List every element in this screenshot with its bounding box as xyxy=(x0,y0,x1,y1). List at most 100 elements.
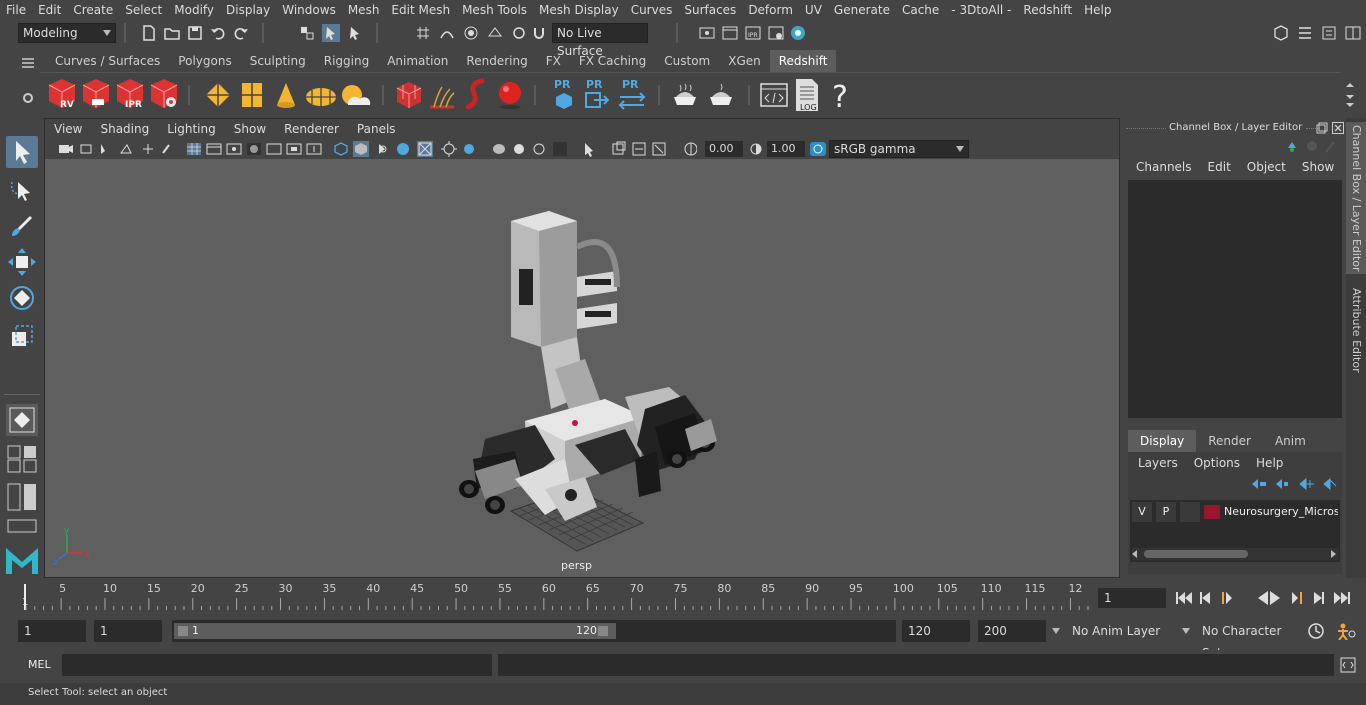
redo-icon[interactable] xyxy=(232,24,250,42)
layout-two-pane-icon[interactable] xyxy=(6,482,38,512)
rs-bake-set-icon[interactable] xyxy=(704,79,738,111)
snap-point-icon[interactable] xyxy=(462,24,480,42)
menu-windows[interactable]: Windows xyxy=(276,0,342,20)
command-input[interactable] xyxy=(62,654,492,676)
auto-key-icon[interactable] xyxy=(1306,622,1326,640)
time-slider[interactable]: 5 10 15 20 25 30 35 40 45 50 55 60 65 70 75 80 85 90 95 100… xyxy=(0,580,1366,616)
channel-box-menu-edit[interactable]: Edit xyxy=(1200,160,1239,174)
exposure-field[interactable]: 0.00 xyxy=(705,141,743,157)
menu-select[interactable]: Select xyxy=(119,0,168,20)
anim-layer-dropdown[interactable]: No Anim Layer xyxy=(1066,620,1192,642)
paint-select-tool[interactable] xyxy=(6,210,38,242)
current-frame-field[interactable]: 1 xyxy=(1098,588,1166,608)
rs-bake-icon[interactable] xyxy=(668,79,702,111)
shelf-settings-gear-icon[interactable] xyxy=(20,90,36,106)
shelf-tab-polygons[interactable]: Polygons xyxy=(169,50,240,72)
move-tool[interactable] xyxy=(6,246,38,278)
side-tab-channel-box[interactable]: Channel Box / Layer Editor xyxy=(1346,122,1366,274)
scroll-right-icon[interactable] xyxy=(1331,550,1336,558)
layer-scrollbar[interactable] xyxy=(1132,548,1338,560)
layer-visibility-toggle[interactable]: V xyxy=(1132,502,1152,522)
layer-menu-options[interactable]: Options xyxy=(1186,456,1248,470)
select-hierarchy-icon[interactable] xyxy=(298,24,316,42)
shelf-tab-curves-surfaces[interactable]: Curves / Surfaces xyxy=(46,50,169,72)
shelf-tab-fx-caching[interactable]: FX Caching xyxy=(570,50,655,72)
range-handle-right[interactable] xyxy=(598,626,608,636)
shelf-tab-custom[interactable]: Custom xyxy=(655,50,719,72)
animation-preferences-icon[interactable] xyxy=(1334,622,1356,640)
snap-curve-icon[interactable] xyxy=(438,24,456,42)
rotate-tool[interactable] xyxy=(6,282,38,314)
viewport-menu-view[interactable]: View xyxy=(45,122,91,136)
snap-grid-icon[interactable] xyxy=(414,24,432,42)
redshift-settings-icon[interactable] xyxy=(148,77,180,111)
rs-area-light-icon[interactable] xyxy=(236,79,268,111)
viewport-toolbar-icons[interactable] xyxy=(57,141,417,157)
render-frame-icon[interactable] xyxy=(721,24,739,42)
menu-curves[interactable]: Curves xyxy=(625,0,679,20)
menu-create[interactable]: Create xyxy=(67,0,119,20)
range-slider[interactable]: 1 120 xyxy=(172,620,896,642)
menu-3dtoall[interactable]: - 3DtoAll - xyxy=(945,0,1017,20)
new-scene-icon[interactable] xyxy=(140,24,158,42)
playback-end-field[interactable]: 120 xyxy=(902,620,970,642)
menu-modify[interactable]: Modify xyxy=(168,0,220,20)
layer-action-icons[interactable] xyxy=(1248,476,1338,492)
menu-edit-mesh[interactable]: Edit Mesh xyxy=(385,0,456,20)
render-settings-icon[interactable] xyxy=(767,24,785,42)
rs-pr-object-icon[interactable]: PR xyxy=(550,77,578,113)
scroll-left-icon[interactable] xyxy=(1132,550,1137,558)
command-language-label[interactable]: MEL xyxy=(28,658,51,671)
playback-start-field[interactable]: 1 xyxy=(94,620,162,642)
menu-generate[interactable]: Generate xyxy=(828,0,896,20)
live-surface-field[interactable]: No Live Surface xyxy=(552,23,648,58)
magnet-icon[interactable] xyxy=(530,24,548,42)
gamma-field[interactable]: 1.00 xyxy=(767,141,805,157)
menu-mesh[interactable]: Mesh xyxy=(342,0,386,20)
channel-list[interactable] xyxy=(1128,180,1342,418)
script-editor-icon[interactable] xyxy=(1340,657,1356,673)
layer-tab-render[interactable]: Render xyxy=(1196,430,1263,452)
timeline-ruler[interactable]: 5 10 15 20 25 30 35 40 45 50 55 60 65 70 75 80 85 90 95 100… xyxy=(18,580,1092,614)
layer-playback-toggle[interactable]: P xyxy=(1156,502,1176,522)
chevron-down-icon[interactable] xyxy=(1182,628,1190,634)
rs-help-icon[interactable]: ? xyxy=(828,77,854,113)
menu-cache[interactable]: Cache xyxy=(896,0,945,20)
shelf-tab-redshift[interactable]: Redshift xyxy=(769,50,837,72)
layout-single-icon[interactable] xyxy=(6,518,38,534)
select-tool[interactable] xyxy=(6,136,38,168)
mode-dropdown[interactable]: Modeling xyxy=(18,23,116,43)
rs-spot-light-icon[interactable] xyxy=(270,79,302,111)
attribute-editor-toggle-icon[interactable] xyxy=(1296,24,1314,42)
neurosurgery-microscope-model[interactable] xyxy=(459,211,717,521)
menu-file[interactable]: File xyxy=(0,0,32,20)
layer-menu-help[interactable]: Help xyxy=(1248,456,1291,470)
shelf-tab-rendering[interactable]: Rendering xyxy=(457,50,536,72)
rs-script-editor-icon[interactable] xyxy=(758,79,790,111)
rs-hair-icon[interactable] xyxy=(426,79,458,111)
viewport-toolbar-icons-2[interactable] xyxy=(417,139,697,159)
ipr-render-icon[interactable]: IPR xyxy=(744,24,762,42)
rs-sun-sky-icon[interactable] xyxy=(338,79,372,111)
shelf-menu-icon[interactable] xyxy=(20,56,36,70)
snap-live-icon[interactable] xyxy=(510,24,528,42)
rs-log-icon[interactable]: LOG xyxy=(792,77,822,113)
playback-controls[interactable] xyxy=(1174,588,1358,608)
menu-mesh-tools[interactable]: Mesh Tools xyxy=(456,0,533,20)
color-management-icon[interactable] xyxy=(809,141,827,157)
redshift-ipr-icon[interactable]: IPR xyxy=(114,77,146,111)
layer-tab-anim[interactable]: Anim xyxy=(1262,430,1318,452)
gamma-icon[interactable] xyxy=(749,142,763,156)
menu-deform[interactable]: Deform xyxy=(742,0,799,20)
rs-dome-light-icon[interactable] xyxy=(304,79,338,111)
rs-pr-export-icon[interactable]: PR xyxy=(582,77,610,113)
select-object-icon[interactable] xyxy=(322,24,340,42)
channel-box-menu-channels[interactable]: Channels xyxy=(1128,160,1200,174)
channel-box-menu-object[interactable]: Object xyxy=(1239,160,1294,174)
redshift-batch-render-icon[interactable] xyxy=(80,77,112,111)
shelf-tab-fx[interactable]: FX xyxy=(537,50,570,72)
layout-quad-icon[interactable] xyxy=(6,444,38,474)
undo-icon[interactable] xyxy=(209,24,227,42)
menu-edit[interactable]: Edit xyxy=(32,0,67,20)
viewport-menu-panels[interactable]: Panels xyxy=(348,122,405,136)
